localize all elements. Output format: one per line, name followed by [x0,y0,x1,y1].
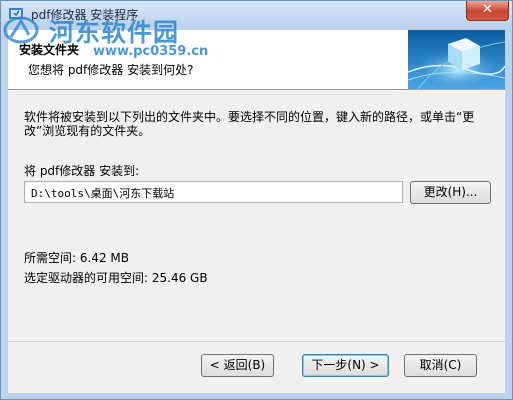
page-subtitle: 您想将 pdf修改器 安装到何处? [28,63,194,77]
space-available-text: 选定驱动器的可用空间: 25.46 GB [24,271,208,285]
close-button[interactable]: ✕ [466,1,509,21]
instructions-text: 软件将被安装到以下列出的文件夹中。要选择不同的位置，键入新的路径，或单击“更改”… [24,110,475,138]
change-folder-button[interactable]: 更改(H)... [410,181,491,204]
back-button[interactable]: < 返回(B) [201,354,274,377]
globe-cube-icon [408,30,505,89]
watermark-url: www.pc0359.cn [93,44,209,59]
installer-window: pdf修改器 安装程序 ✕ 安装文件夹 您想将 pdf修改器 安装到何处? 软件… [0,0,513,400]
cancel-button[interactable]: 取消(C) [404,354,477,377]
footer-divider [8,341,505,342]
install-path-field[interactable]: D:\tools\桌面\河东下载站 [24,181,403,203]
wizard-client-area: 安装文件夹 您想将 pdf修改器 安装到何处? 软件将被安装到以下列出的文件夹中… [8,30,505,393]
install-location-label: 将 pdf修改器 安装到: [24,164,140,178]
next-button[interactable]: 下一步(N) > [302,354,389,377]
space-required-text: 所需空间: 6.42 MB [24,251,129,265]
close-icon: ✕ [482,2,493,17]
watermark-logo [3,16,39,44]
